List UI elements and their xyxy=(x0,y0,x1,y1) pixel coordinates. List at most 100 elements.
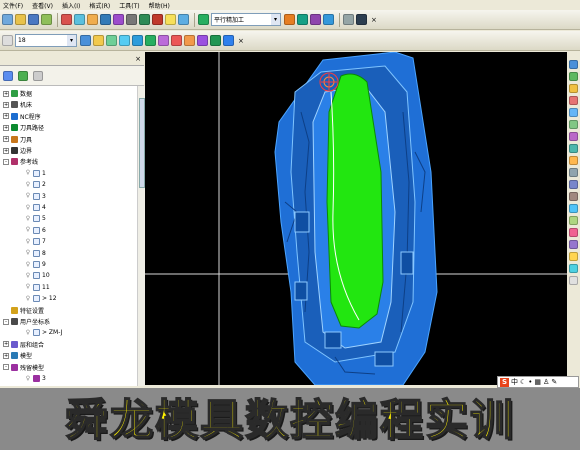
lightbulb-icon[interactable]: ♀ xyxy=(24,283,32,291)
graphics-viewport[interactable] xyxy=(145,52,567,385)
measure-icon[interactable] xyxy=(569,228,578,237)
pattern-icon[interactable] xyxy=(87,14,98,25)
explorer-add-icon[interactable] xyxy=(18,70,28,81)
tree-item[interactable]: 特征设置 xyxy=(3,306,44,315)
view-top-icon[interactable] xyxy=(569,72,578,81)
tree-item[interactable]: - 残留模型 xyxy=(3,363,44,372)
collapse-icon[interactable]: - xyxy=(3,364,9,371)
menu-help[interactable]: 帮助(H) xyxy=(149,1,170,10)
lightbulb-icon[interactable]: ♀ xyxy=(24,192,32,200)
wireframe-icon[interactable] xyxy=(145,35,156,46)
open-icon[interactable] xyxy=(15,14,26,25)
pan-icon[interactable] xyxy=(184,35,195,46)
grid-icon[interactable] xyxy=(569,264,578,273)
view-iso-icon[interactable] xyxy=(569,60,578,69)
tree-item[interactable]: + 层和组合 xyxy=(3,340,44,349)
tool-icon[interactable] xyxy=(61,14,72,25)
expand-icon[interactable]: + xyxy=(3,90,9,97)
grid-icon[interactable] xyxy=(343,14,354,25)
view-front-icon[interactable] xyxy=(93,35,104,46)
import-icon[interactable] xyxy=(41,14,52,25)
lightbulb-icon[interactable]: ♀ xyxy=(24,295,32,303)
menu-insert[interactable]: 插入(I) xyxy=(62,1,80,10)
tree-item[interactable]: + 模型 xyxy=(3,351,32,360)
tree-child-item[interactable]: ♀ 2 xyxy=(24,180,46,189)
tree-child-item[interactable]: ♀ 9 xyxy=(24,260,46,269)
lightbulb-icon[interactable]: ♀ xyxy=(24,238,32,246)
menu-format[interactable]: 格式(R) xyxy=(89,1,110,10)
new-icon[interactable] xyxy=(2,14,13,25)
tree-item[interactable]: + 刀具 xyxy=(3,135,32,144)
refresh-icon[interactable] xyxy=(171,35,182,46)
block-icon[interactable] xyxy=(165,14,176,25)
lightbulb-icon[interactable]: ♀ xyxy=(24,181,32,189)
shade-icon[interactable] xyxy=(132,35,143,46)
expand-icon[interactable]: + xyxy=(3,113,9,120)
zoom-icon[interactable] xyxy=(158,35,169,46)
rotate-icon[interactable] xyxy=(197,35,208,46)
view-top-icon[interactable] xyxy=(80,35,91,46)
collapse-icon[interactable]: - xyxy=(3,158,9,165)
close-icon[interactable]: × xyxy=(371,16,377,24)
tree-child-item[interactable]: ♀ 11 xyxy=(24,283,50,292)
lightbulb-icon[interactable]: ♀ xyxy=(24,272,32,280)
feed-icon[interactable] xyxy=(126,14,137,25)
lightbulb-icon[interactable]: ♀ xyxy=(24,204,32,212)
material-icon[interactable] xyxy=(569,216,578,225)
tree-item[interactable]: - 参考线 xyxy=(3,157,38,166)
measure-icon[interactable] xyxy=(323,14,334,25)
leads-icon[interactable] xyxy=(139,14,150,25)
lightbulb-icon[interactable]: ♀ xyxy=(24,249,32,257)
menu-view[interactable]: 查看(V) xyxy=(32,1,53,10)
zoom-in-icon[interactable] xyxy=(569,144,578,153)
tree-item[interactable]: - 用户坐标系 xyxy=(3,317,50,326)
wireframe-icon[interactable] xyxy=(569,192,578,201)
lightbulb-icon[interactable]: ♀ xyxy=(24,215,32,223)
shade-icon[interactable] xyxy=(569,180,578,189)
zoom-out-icon[interactable] xyxy=(569,156,578,165)
toolpath-icon[interactable] xyxy=(100,14,111,25)
lightbulb-icon[interactable]: ♀ xyxy=(24,226,32,234)
expand-icon[interactable]: + xyxy=(3,136,9,143)
stock-icon[interactable] xyxy=(310,14,321,25)
lightbulb-icon[interactable]: ♀ xyxy=(24,329,32,337)
view-front-icon[interactable] xyxy=(569,120,578,129)
lightbulb-icon[interactable]: ♀ xyxy=(24,169,32,177)
collapse-icon[interactable]: - xyxy=(3,318,9,325)
rapid-icon[interactable] xyxy=(152,14,163,25)
tree-child-item[interactable]: ♀ 4 xyxy=(24,203,46,212)
tree-child-item[interactable]: ♀ 7 xyxy=(24,237,46,246)
expand-icon[interactable]: + xyxy=(3,101,9,108)
tree-child-item[interactable]: ♀ 10 xyxy=(24,271,50,280)
tree-child-item[interactable]: ♀ > 12 xyxy=(24,294,57,303)
explorer-filter-icon[interactable] xyxy=(33,70,43,81)
pen-icon[interactable] xyxy=(2,35,13,46)
view-right-icon[interactable] xyxy=(569,108,578,117)
tree-item[interactable]: + 边界 xyxy=(3,146,32,155)
view-back-icon[interactable] xyxy=(569,132,578,141)
view-iso-icon[interactable] xyxy=(119,35,130,46)
tree-item[interactable]: + NC程序 xyxy=(3,112,41,121)
menu-tools[interactable]: 工具(T) xyxy=(119,1,139,10)
tree-child-item[interactable]: ♀ 6 xyxy=(24,226,46,235)
tree-child-item[interactable]: ♀ 3 xyxy=(24,192,46,201)
layer-icon[interactable] xyxy=(223,35,234,46)
ime-keyboard-icon[interactable]: ▦ xyxy=(534,378,541,386)
view-bottom-icon[interactable] xyxy=(569,84,578,93)
boundary-icon[interactable] xyxy=(74,14,85,25)
tree-child-item[interactable]: ♀ > ZM-J xyxy=(24,328,63,337)
settings-icon[interactable] xyxy=(356,14,367,25)
section-icon[interactable] xyxy=(569,240,578,249)
verify-icon[interactable] xyxy=(178,14,189,25)
operation-select[interactable]: 平行精加工 ▾ xyxy=(211,13,281,26)
tree-child-item[interactable]: ♀ 8 xyxy=(24,249,46,258)
close-icon[interactable]: × xyxy=(135,55,141,63)
fit-icon[interactable] xyxy=(210,35,221,46)
close-icon[interactable]: × xyxy=(238,37,244,45)
refresh-icon[interactable] xyxy=(569,276,578,285)
zoom-fit-icon[interactable] xyxy=(569,168,578,177)
expand-icon[interactable]: + xyxy=(3,124,9,131)
nc-icon[interactable] xyxy=(113,14,124,25)
ime-moon-icon[interactable]: ☾ xyxy=(520,378,526,386)
transparency-icon[interactable] xyxy=(569,204,578,213)
